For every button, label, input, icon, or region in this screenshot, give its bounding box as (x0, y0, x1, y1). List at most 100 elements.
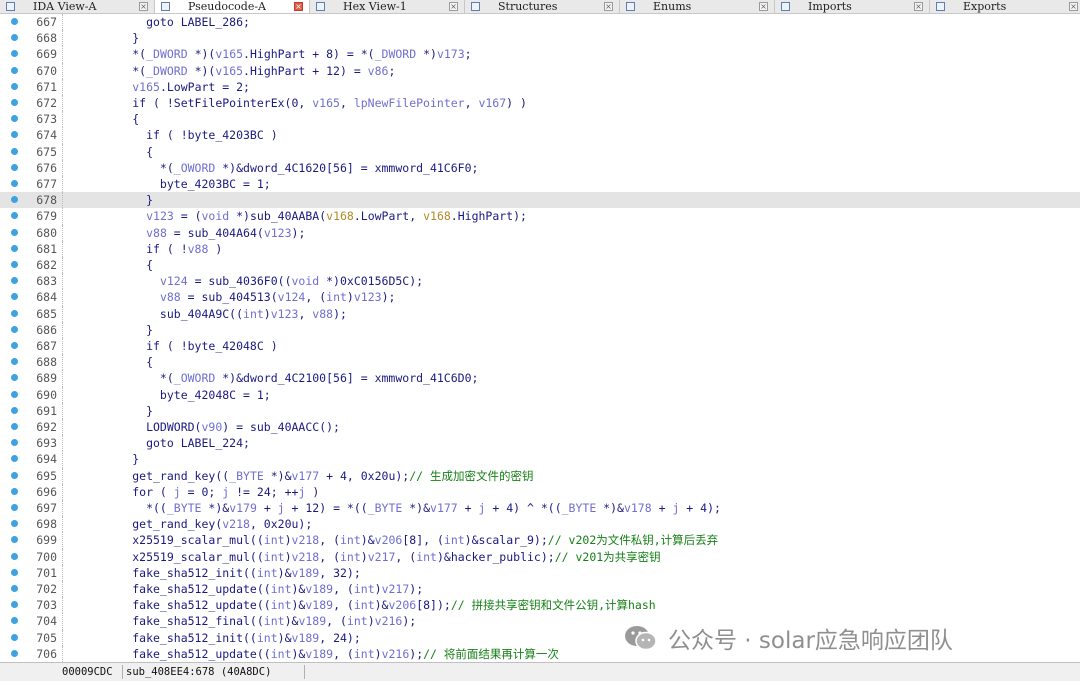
tab-enums[interactable]: Enums × (620, 0, 775, 13)
code-line[interactable]: 690 byte_42048C = 1; (0, 386, 1080, 403)
code-text[interactable]: if ( !byte_4203BC ) (63, 127, 278, 143)
code-line[interactable]: 695 get_rand_key((_BYTE *)&v177 + 4, 0x2… (0, 467, 1080, 484)
breakpoint-marker-icon[interactable] (11, 244, 18, 252)
code-line[interactable]: 699 x25519_scalar_mul((int)v218, (int)&v… (0, 532, 1080, 549)
breakpoint-marker-icon[interactable] (11, 520, 18, 528)
code-line[interactable]: 691 } (0, 402, 1080, 419)
code-line[interactable]: 673 { (0, 111, 1080, 128)
breakpoint-marker-icon[interactable] (11, 66, 18, 74)
code-text[interactable]: { (63, 144, 153, 160)
code-line[interactable]: 674 if ( !byte_4203BC ) (0, 127, 1080, 144)
code-text[interactable]: goto LABEL_224; (63, 435, 250, 451)
code-text[interactable]: *(_OWORD *)&dword_4C2100[56] = xmmword_4… (63, 370, 479, 386)
code-line[interactable]: 703 fake_sha512_update((int)&v189, (int)… (0, 597, 1080, 614)
code-text[interactable]: fake_sha512_update((int)&v189, (int)&v20… (63, 597, 655, 613)
code-line[interactable]: 684 v88 = sub_404513(v124, (int)v123); (0, 289, 1080, 306)
code-text[interactable]: if ( !v88 ) (63, 241, 222, 257)
code-text[interactable]: fake_sha512_init((int)&v189, 24); (63, 630, 361, 646)
code-text[interactable]: for ( j = 0; j != 24; ++j ) (63, 484, 319, 500)
code-text[interactable]: fake_sha512_update((int)&v189, (int)v217… (63, 581, 423, 597)
code-line[interactable]: 683 v124 = sub_4036F0((void *)0xC0156D5C… (0, 273, 1080, 290)
breakpoint-marker-icon[interactable] (11, 147, 18, 155)
breakpoint-marker-icon[interactable] (11, 163, 18, 171)
code-text[interactable]: } (63, 451, 139, 467)
code-text[interactable]: if ( !byte_42048C ) (63, 338, 278, 354)
tab-structures[interactable]: Structures × (465, 0, 620, 13)
code-text[interactable]: fake_sha512_update((int)&v189, (int)v216… (63, 646, 559, 662)
code-text[interactable]: x25519_scalar_mul((int)v218, (int)v217, … (63, 549, 660, 565)
close-icon[interactable]: × (914, 2, 923, 11)
breakpoint-marker-icon[interactable] (11, 406, 18, 414)
code-line[interactable]: 692 LODWORD(v90) = sub_40AACC(); (0, 419, 1080, 436)
code-line[interactable]: 702 fake_sha512_update((int)&v189, (int)… (0, 581, 1080, 598)
code-text[interactable]: v123 = (void *)sub_40AABA(v168.LowPart, … (63, 208, 527, 224)
code-line[interactable]: 678 } (0, 192, 1080, 209)
code-text[interactable]: sub_404A9C((int)v123, v88); (63, 306, 347, 322)
close-icon[interactable]: × (139, 2, 148, 11)
code-line[interactable]: 687 if ( !byte_42048C ) (0, 338, 1080, 355)
code-text[interactable]: if ( !SetFilePointerEx(0, v165, lpNewFil… (63, 95, 527, 111)
code-line[interactable]: 701 fake_sha512_init((int)&v189, 32); (0, 564, 1080, 581)
breakpoint-marker-icon[interactable] (11, 358, 18, 366)
breakpoint-marker-icon[interactable] (11, 228, 18, 236)
tab-imports[interactable]: Imports × (775, 0, 930, 13)
code-text[interactable]: v88 = sub_404A64(v123); (63, 225, 305, 241)
close-icon[interactable]: × (294, 2, 303, 11)
code-text[interactable]: v88 = sub_404513(v124, (int)v123); (63, 289, 395, 305)
breakpoint-marker-icon[interactable] (11, 212, 18, 220)
code-line[interactable]: 685 sub_404A9C((int)v123, v88); (0, 305, 1080, 322)
breakpoint-marker-icon[interactable] (11, 390, 18, 398)
pseudocode-view[interactable]: 667 goto LABEL_286; 668 } 669 *(_DWORD *)(… (0, 14, 1080, 662)
code-text[interactable]: get_rand_key(v218, 0x20u); (63, 516, 312, 532)
breakpoint-marker-icon[interactable] (11, 277, 18, 285)
code-text[interactable]: v124 = sub_4036F0((void *)0xC0156D5C); (63, 273, 423, 289)
code-line[interactable]: 672 if ( !SetFilePointerEx(0, v165, lpNe… (0, 95, 1080, 112)
code-line[interactable]: 680 v88 = sub_404A64(v123); (0, 224, 1080, 241)
code-text[interactable]: byte_4203BC = 1; (63, 176, 271, 192)
code-line[interactable]: 679 v123 = (void *)sub_40AABA(v168.LowPa… (0, 208, 1080, 225)
code-line[interactable]: 693 goto LABEL_224; (0, 435, 1080, 452)
code-line[interactable]: 676 *(_OWORD *)&dword_4C1620[56] = xmmwo… (0, 159, 1080, 176)
breakpoint-marker-icon[interactable] (11, 617, 18, 625)
breakpoint-marker-icon[interactable] (11, 50, 18, 58)
code-line[interactable]: 698 get_rand_key(v218, 0x20u); (0, 516, 1080, 533)
breakpoint-marker-icon[interactable] (11, 293, 18, 301)
breakpoint-marker-icon[interactable] (11, 423, 18, 430)
code-line[interactable]: 696 for ( j = 0; j != 24; ++j ) (0, 483, 1080, 500)
breakpoint-marker-icon[interactable] (11, 633, 18, 641)
breakpoint-marker-icon[interactable] (11, 585, 18, 592)
tab-ida-view-a[interactable]: IDA View-A × (0, 0, 155, 13)
code-line[interactable]: 668 } (0, 30, 1080, 47)
code-text[interactable]: fake_sha512_init((int)&v189, 32); (63, 565, 361, 581)
code-text[interactable]: fake_sha512_final((int)&v189, (int)v216)… (63, 613, 416, 629)
code-text[interactable]: goto LABEL_286; (63, 14, 250, 30)
code-line[interactable]: 700 x25519_scalar_mul((int)v218, (int)v2… (0, 548, 1080, 565)
code-text[interactable]: } (63, 403, 153, 419)
code-line[interactable]: 671 v165.LowPart = 2; (0, 78, 1080, 95)
breakpoint-marker-icon[interactable] (11, 568, 18, 576)
code-line[interactable]: 697 *((_BYTE *)&v179 + j + 12) = *((_BYT… (0, 500, 1080, 517)
code-line[interactable]: 689 *(_OWORD *)&dword_4C2100[56] = xmmwo… (0, 370, 1080, 387)
code-text[interactable]: *(_DWORD *)(v165.HighPart + 12) = v86; (63, 63, 395, 79)
breakpoint-marker-icon[interactable] (11, 261, 18, 268)
tab-exports[interactable]: Exports × (930, 0, 1080, 13)
code-text[interactable]: v165.LowPart = 2; (63, 79, 250, 95)
code-text[interactable]: } (63, 30, 139, 46)
code-text[interactable]: { (63, 111, 139, 127)
code-text[interactable]: { (63, 354, 153, 370)
breakpoint-marker-icon[interactable] (11, 471, 18, 479)
code-text[interactable]: LODWORD(v90) = sub_40AACC(); (63, 419, 340, 435)
breakpoint-marker-icon[interactable] (11, 34, 18, 42)
breakpoint-marker-icon[interactable] (11, 455, 18, 463)
close-icon[interactable]: × (1069, 2, 1078, 11)
breakpoint-marker-icon[interactable] (11, 99, 18, 106)
breakpoint-marker-icon[interactable] (11, 196, 18, 204)
code-line[interactable]: 688 { (0, 354, 1080, 371)
code-text[interactable]: x25519_scalar_mul((int)v218, (int)&v206[… (63, 532, 718, 548)
code-text[interactable]: { (63, 257, 153, 273)
breakpoint-marker-icon[interactable] (11, 601, 18, 609)
code-line[interactable]: 677 byte_4203BC = 1; (0, 176, 1080, 193)
code-line[interactable]: 669 *(_DWORD *)(v165.HighPart + 8) = *(_… (0, 46, 1080, 63)
code-line[interactable]: 681 if ( !v88 ) (0, 240, 1080, 257)
code-line[interactable]: 686 } (0, 321, 1080, 338)
